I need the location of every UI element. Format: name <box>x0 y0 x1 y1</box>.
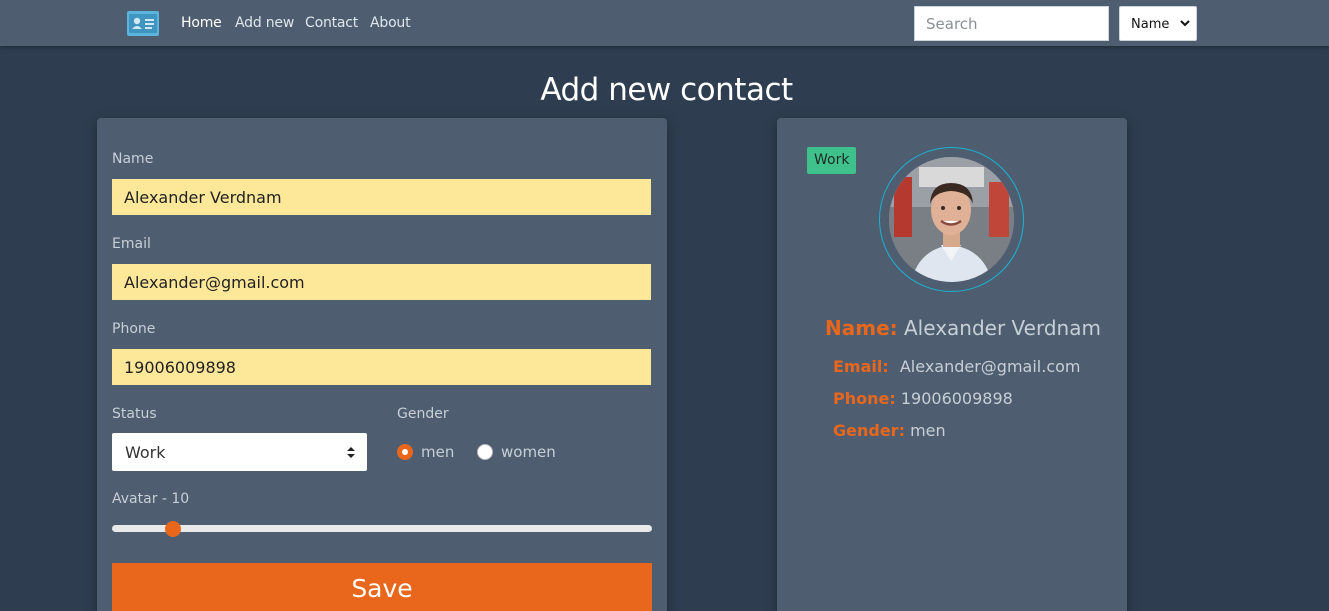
sort-select[interactable]: Name <box>1119 6 1197 41</box>
preview-name-value: Alexander Verdnam <box>904 316 1101 340</box>
status-select-value: Work <box>125 443 166 462</box>
preview-phone-row: Phone: 19006009898 <box>833 389 1013 408</box>
nav-link-add-new[interactable]: Add new <box>235 15 294 31</box>
avatar <box>889 157 1014 282</box>
phone-label: Phone <box>112 321 156 337</box>
preview-phone-value: 19006009898 <box>900 389 1013 408</box>
avatar-slider-thumb[interactable] <box>164 521 181 537</box>
preview-name-row: Name: Alexander Verdnam <box>825 316 1101 340</box>
preview-email-value: Alexander@gmail.com <box>899 357 1081 376</box>
search-input[interactable] <box>914 6 1109 41</box>
preview-gender-key: Gender: <box>833 421 905 440</box>
chevron-down-icon <box>1180 20 1190 27</box>
address-card-icon[interactable] <box>127 11 159 36</box>
name-label: Name <box>112 151 154 167</box>
email-label: Email <box>112 236 151 252</box>
page-title: Add new contact <box>540 72 793 108</box>
avatar-label: Avatar - 10 <box>112 491 190 507</box>
avatar-slider-track[interactable] <box>112 525 652 532</box>
nav-link-contact[interactable]: Contact <box>305 15 358 31</box>
status-select[interactable]: Work <box>112 433 367 471</box>
preview-gender-value: men <box>910 421 946 440</box>
preview-name-key: Name: <box>825 316 898 340</box>
gender-option-men-label: men <box>421 443 455 461</box>
gender-option-women-label: women <box>501 443 556 461</box>
preview-gender-row: Gender: men <box>833 421 946 440</box>
gender-radio-women[interactable] <box>477 444 493 460</box>
status-badge: Work <box>807 147 857 174</box>
navbar: Home Add new Contact About Name <box>0 0 1329 46</box>
contact-preview-card: Work Name: Alexander Verdnam Email: Alex… <box>777 118 1127 611</box>
email-field[interactable] <box>112 264 651 300</box>
sort-select-value: Name <box>1131 17 1170 32</box>
gender-label: Gender <box>397 406 449 422</box>
avatar-ring <box>879 147 1024 292</box>
name-field[interactable] <box>112 179 651 215</box>
nav-link-about[interactable]: About <box>370 15 411 31</box>
save-button[interactable]: Save <box>112 563 652 611</box>
preview-email-key: Email: <box>833 357 889 376</box>
status-label: Status <box>112 406 157 422</box>
contact-form: Name Email Phone Status Work Gender men … <box>97 118 667 611</box>
phone-field[interactable] <box>112 349 651 385</box>
up-down-arrows-icon <box>347 447 355 458</box>
avatar-photo <box>889 157 1014 282</box>
preview-phone-key: Phone: <box>833 389 896 408</box>
preview-email-row: Email: Alexander@gmail.com <box>833 357 1081 376</box>
nav-link-home[interactable]: Home <box>181 15 222 31</box>
gender-radio-men[interactable] <box>397 444 413 460</box>
